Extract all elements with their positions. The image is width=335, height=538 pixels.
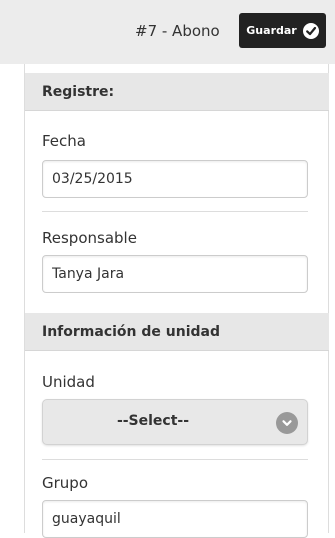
responsable-label: Responsable [42,229,137,247]
form-panel: Registre: Fecha Responsable Información … [24,64,329,538]
fecha-input[interactable] [42,160,308,198]
fecha-label: Fecha [42,132,86,150]
check-icon [302,22,319,39]
divider [42,211,308,212]
grupo-label: Grupo [42,474,88,492]
responsable-input[interactable] [42,255,308,293]
page-title: #7 - Abono [135,22,220,40]
header-bar: #7 - Abono Guardar [0,0,335,64]
grupo-input[interactable] [42,500,308,538]
chevron-down-icon [276,412,298,434]
section-header-informacion-unidad: Información de unidad [25,313,329,351]
divider [42,459,308,460]
unidad-select-value: --Select-- [116,413,190,429]
save-button-label: Guardar [246,24,297,37]
section-header-registre: Registre: [25,73,329,111]
unidad-label: Unidad [42,373,95,391]
save-button[interactable]: Guardar [239,13,326,48]
unidad-select[interactable]: --Select-- [42,399,308,445]
